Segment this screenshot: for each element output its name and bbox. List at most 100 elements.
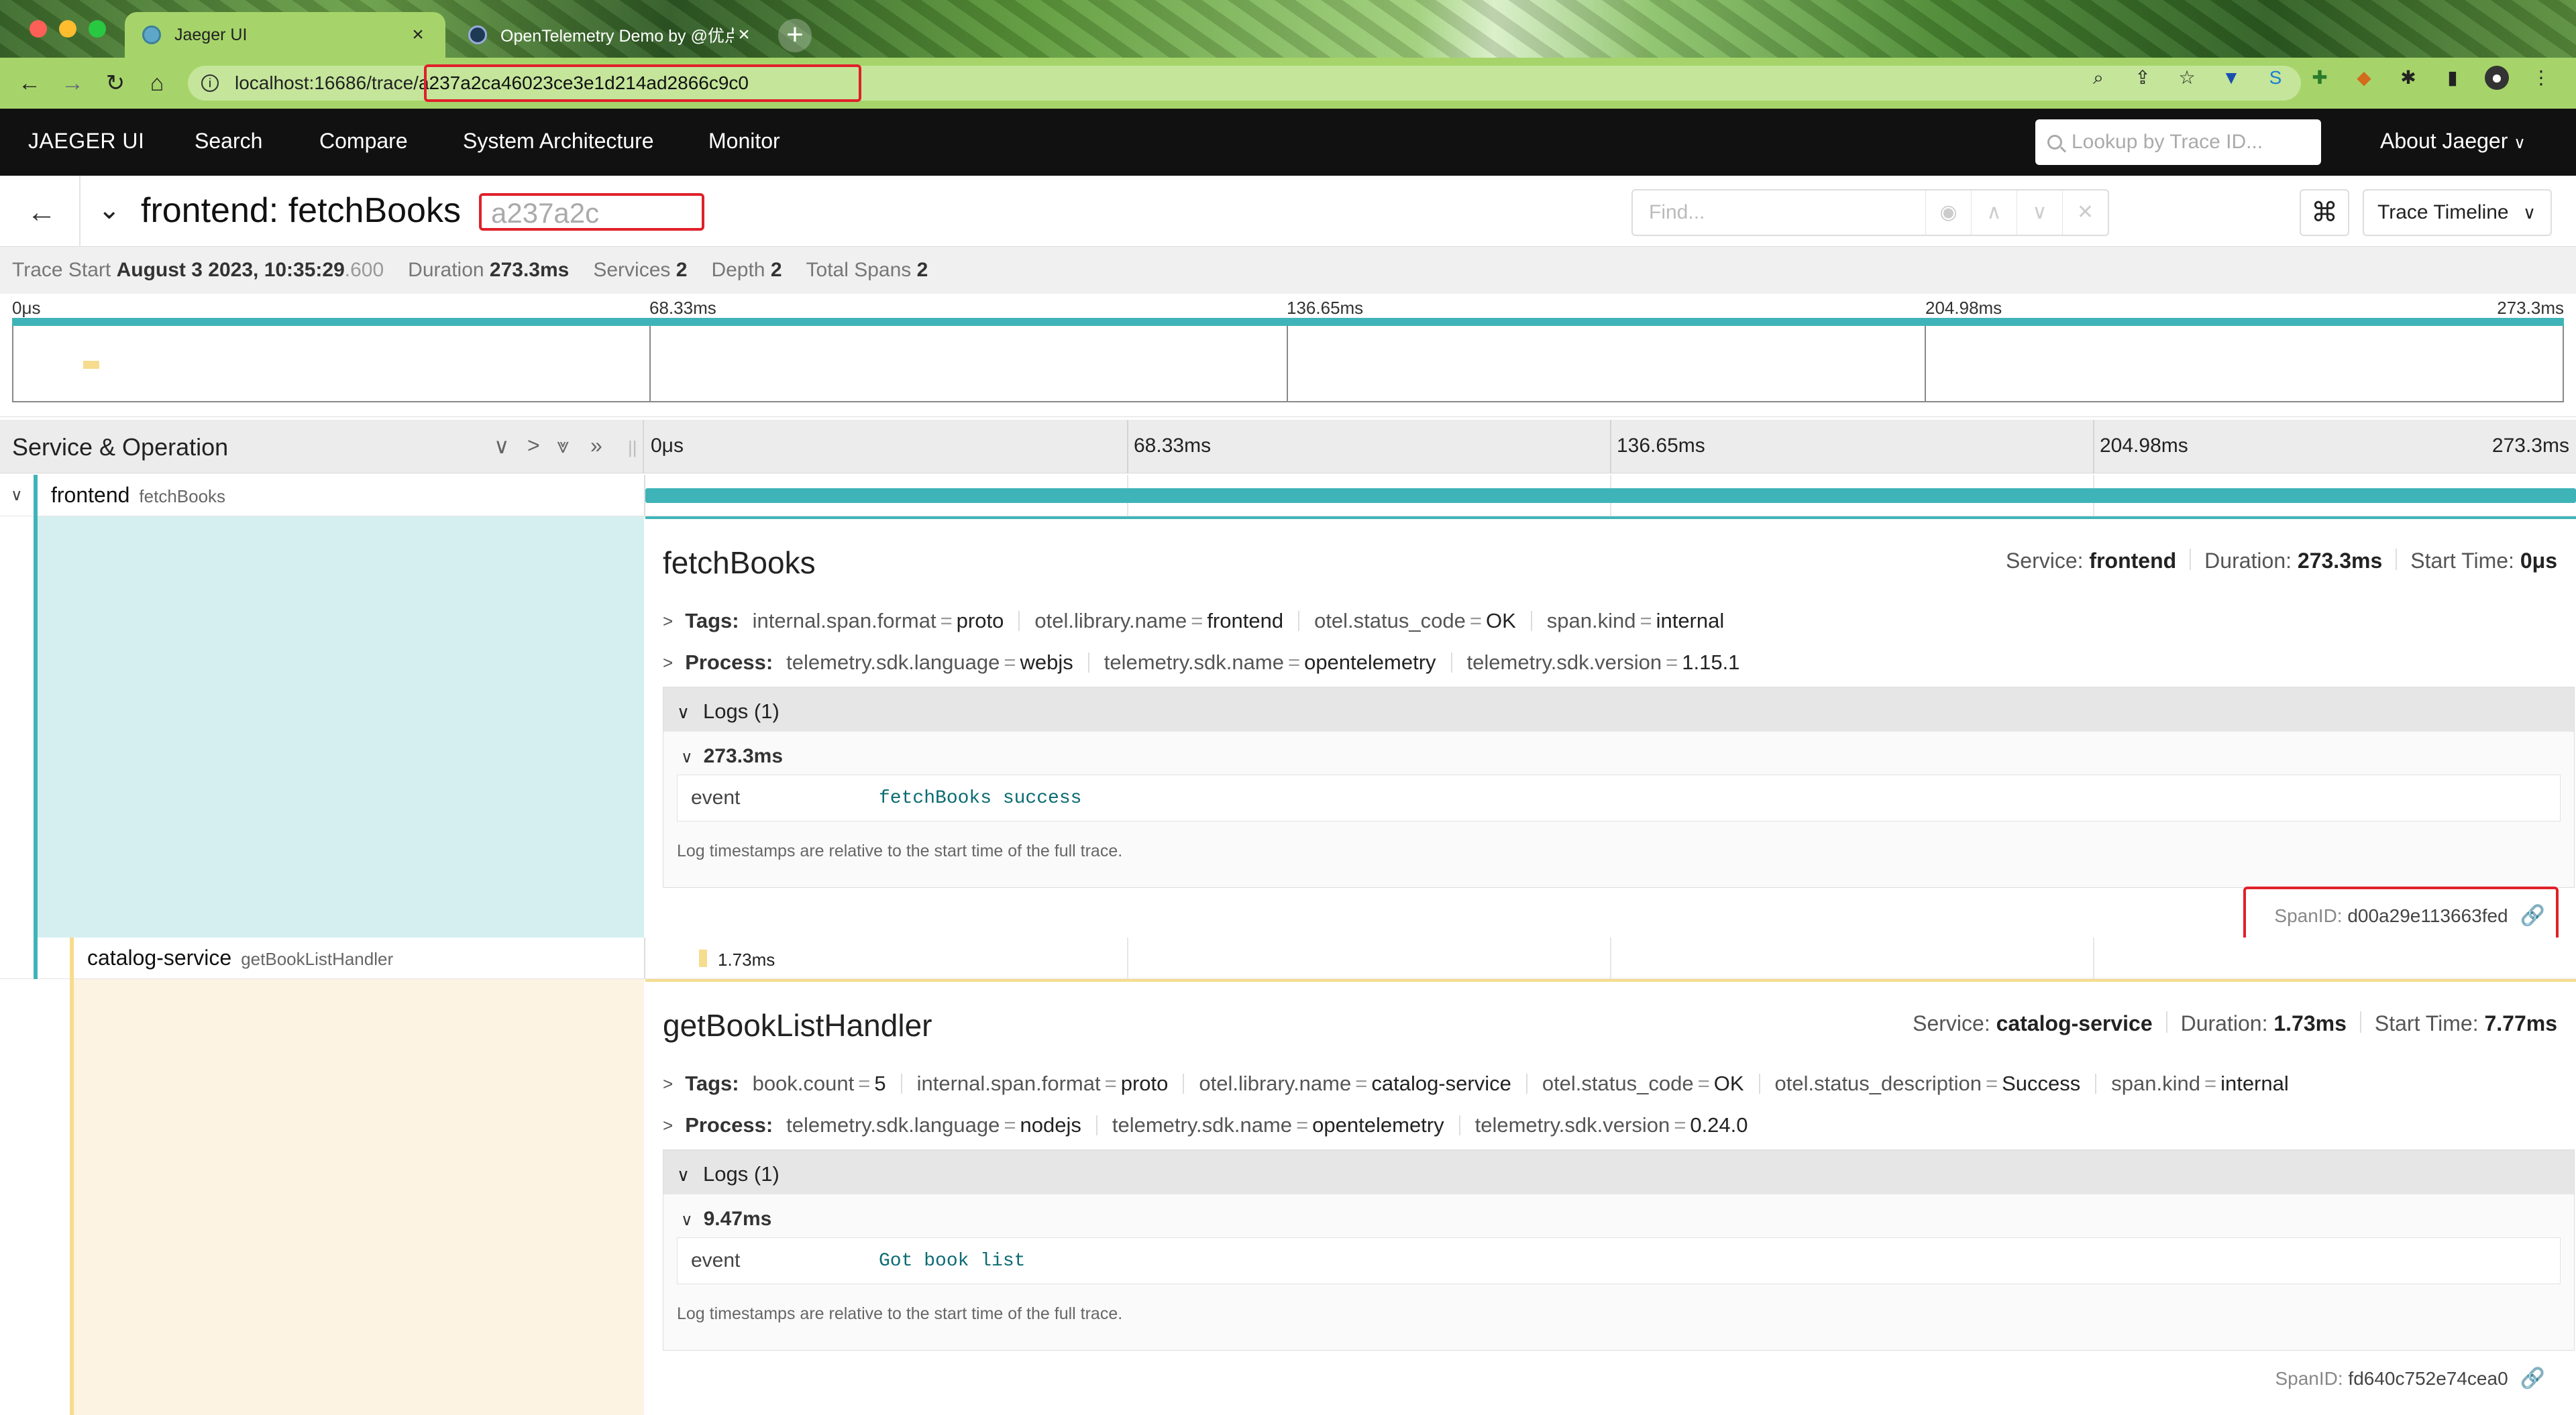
extensions-puzzle-icon[interactable]: ✱ bbox=[2396, 66, 2420, 90]
address-bar[interactable]: i localhost:16686/trace/a237a2ca46023ce3… bbox=[188, 66, 2301, 101]
chevron-right-icon: > bbox=[663, 610, 674, 631]
minimap-root-span-bar bbox=[12, 318, 2564, 326]
nav-monitor[interactable]: Monitor bbox=[708, 129, 780, 154]
column-resize-handle[interactable]: || bbox=[628, 437, 637, 458]
collapse-one-icon[interactable]: ∨ bbox=[494, 433, 509, 459]
keyboard-shortcuts-button[interactable]: ⌘ bbox=[2300, 189, 2349, 236]
span-tags-row[interactable]: > Tags: internal.span.format = proto otel.… bbox=[663, 609, 1724, 633]
span-tags-row[interactable]: > Tags: book.count = 5 internal.span.forma… bbox=[663, 1072, 2289, 1096]
browser-tab-bar: Jaeger UI × OpenTelemetry Demo by @优点 × … bbox=[0, 0, 2576, 58]
home-icon[interactable]: ⌂ bbox=[141, 67, 173, 99]
clear-search-icon[interactable]: ✕ bbox=[2062, 190, 2108, 235]
span-detail-title: fetchBooks bbox=[663, 545, 816, 580]
chevron-down-icon: ∨ bbox=[2514, 134, 2526, 152]
back-arrow-icon[interactable]: ← bbox=[13, 67, 46, 99]
collapse-chevron-icon[interactable]: ⌄ bbox=[98, 194, 121, 225]
minimap-child-span-bar bbox=[83, 361, 99, 369]
find-placeholder: Find... bbox=[1649, 201, 1705, 223]
view-mode-select[interactable]: Trace Timeline ∨ bbox=[2363, 189, 2552, 236]
span-process-row[interactable]: > Process: telemetry.sdk.language = nodejs… bbox=[663, 1113, 1748, 1137]
browser-tab-jaeger[interactable]: Jaeger UI × bbox=[125, 12, 445, 58]
span-bar-frontend[interactable] bbox=[645, 488, 2576, 503]
chevron-down-icon: ∨ bbox=[681, 1211, 693, 1229]
browser-tab-otel-demo[interactable]: OpenTelemetry Demo by @优点 × bbox=[451, 12, 771, 58]
trace-id-lookup-input[interactable]: Lookup by Trace ID... bbox=[2035, 119, 2321, 165]
nav-search[interactable]: Search bbox=[195, 129, 262, 154]
tab-close-icon[interactable]: × bbox=[734, 23, 754, 46]
timeline-column-header: Service & Operation ∨ > ⩔ » || 0μs 68.33… bbox=[0, 420, 2576, 473]
span-service-name: frontend bbox=[51, 483, 130, 507]
span-process-row[interactable]: > Process: telemetry.sdk.language = webjs … bbox=[663, 650, 1739, 675]
more-menu-icon[interactable]: ⋮ bbox=[2529, 66, 2553, 90]
chevron-down-icon: ∨ bbox=[677, 1165, 690, 1185]
reload-icon[interactable]: ↻ bbox=[99, 67, 131, 99]
trace-services: Services 2 bbox=[593, 259, 688, 281]
collapse-all-icon[interactable]: » bbox=[590, 433, 602, 458]
forward-arrow-icon[interactable]: → bbox=[56, 67, 89, 99]
trace-minimap[interactable]: 0μs 68.33ms 136.65ms 204.98ms 273.3ms bbox=[0, 294, 2576, 417]
extension-s-icon[interactable]: S bbox=[2263, 66, 2288, 90]
copy-link-icon[interactable]: 🔗 bbox=[2520, 904, 2545, 927]
span-bar-duration-label: 1.73ms bbox=[718, 950, 775, 970]
expand-all-icon[interactable]: ⩔ bbox=[557, 433, 569, 459]
sidebar-toggle-icon[interactable]: ▮ bbox=[2440, 66, 2465, 90]
expand-one-icon[interactable]: > bbox=[527, 433, 540, 458]
tab-title: Jaeger UI bbox=[174, 25, 248, 44]
share-icon[interactable]: ⇪ bbox=[2131, 66, 2155, 90]
minimap-tick: 204.98ms bbox=[1925, 298, 2002, 318]
window-close-button[interactable] bbox=[30, 20, 47, 38]
log-event-row: event fetchBooks success bbox=[677, 775, 2561, 822]
new-tab-button[interactable]: + bbox=[778, 19, 812, 52]
log-note: Log timestamps are relative to the start… bbox=[677, 842, 1123, 860]
extension-fox-icon[interactable]: ◆ bbox=[2352, 66, 2376, 90]
chevron-right-icon: > bbox=[663, 1073, 674, 1094]
window-zoom-button[interactable] bbox=[89, 20, 106, 38]
back-arrow-icon[interactable]: ← bbox=[27, 196, 56, 229]
extension-puzzle-green-icon[interactable]: ✚ bbox=[2308, 66, 2332, 90]
next-match-icon[interactable]: ∨ bbox=[2017, 190, 2062, 235]
span-bar-catalog-service[interactable] bbox=[699, 950, 707, 967]
span-row-frontend[interactable]: ∨ frontend fetchBooks bbox=[0, 475, 2576, 516]
minimap-tick: 68.33ms bbox=[649, 298, 716, 318]
chevron-right-icon: > bbox=[663, 652, 674, 673]
find-input[interactable]: Find... ◉ ∧ ∨ ✕ bbox=[1631, 189, 2109, 236]
window-minimize-button[interactable] bbox=[59, 20, 76, 38]
span-collapse-chevron-icon[interactable]: ∨ bbox=[11, 486, 23, 505]
timeline-tick: 204.98ms bbox=[2100, 435, 2188, 457]
extension-vue-icon[interactable]: ▼ bbox=[2219, 66, 2243, 90]
log-timestamp[interactable]: ∨ 273.3ms bbox=[663, 732, 2574, 775]
logs-header[interactable]: ∨ Logs (1) bbox=[663, 687, 2574, 732]
span-name: frontend fetchBooks bbox=[51, 483, 225, 508]
react-favicon-icon bbox=[468, 25, 487, 44]
nav-system-architecture[interactable]: System Architecture bbox=[463, 129, 654, 154]
log-timestamp[interactable]: ∨ 9.47ms bbox=[663, 1194, 2574, 1237]
span-row-catalog-service[interactable]: catalog-service getBookListHandler 1.73ms bbox=[0, 938, 2576, 979]
jaeger-favicon-icon bbox=[142, 25, 161, 44]
about-jaeger-menu[interactable]: About Jaeger ∨ bbox=[2380, 129, 2526, 154]
profile-avatar-icon[interactable]: ● bbox=[2485, 66, 2509, 90]
logs-header[interactable]: ∨ Logs (1) bbox=[663, 1150, 2574, 1194]
trace-total-spans: Total Spans 2 bbox=[806, 259, 928, 281]
span-logs-panel: ∨ Logs (1) ∨ 9.47ms event Got book list Lo… bbox=[663, 1149, 2575, 1351]
url-host: localhost:16686/trace/ bbox=[235, 72, 419, 93]
prev-match-icon[interactable]: ∧ bbox=[1971, 190, 2017, 235]
site-info-icon[interactable]: i bbox=[201, 74, 219, 92]
bookmark-star-icon[interactable]: ☆ bbox=[2175, 66, 2199, 90]
timeline-tick: 0μs bbox=[651, 435, 684, 457]
span-detail-title: getBookListHandler bbox=[663, 1008, 932, 1043]
jaeger-top-nav: JAEGER UI Search Compare System Architec… bbox=[0, 109, 2576, 176]
chevron-down-icon: ∨ bbox=[2522, 203, 2536, 223]
browser-toolbar: ← → ↻ ⌂ i localhost:16686/trace/a237a2ca… bbox=[0, 58, 2576, 109]
span-operation-name: fetchBooks bbox=[139, 486, 226, 506]
jaeger-brand[interactable]: JAEGER UI bbox=[28, 129, 144, 154]
tab-close-icon[interactable]: × bbox=[408, 23, 428, 46]
nav-compare[interactable]: Compare bbox=[319, 129, 408, 154]
url-trace-id: a237a2ca46023ce3e1d214ad2866c9c0 bbox=[418, 72, 749, 93]
minimap-tick: 136.65ms bbox=[1287, 298, 1364, 318]
copy-link-icon[interactable]: 🔗 bbox=[2520, 1367, 2545, 1390]
log-event-row: event Got book list bbox=[677, 1237, 2561, 1284]
trace-meta-bar: Trace Start August 3 2023, 10:35:29.600 … bbox=[0, 247, 2576, 294]
service-operation-header: Service & Operation bbox=[12, 433, 229, 461]
zoom-icon[interactable]: ⌕ bbox=[2086, 66, 2110, 90]
locate-icon[interactable]: ◉ bbox=[1925, 190, 1971, 235]
